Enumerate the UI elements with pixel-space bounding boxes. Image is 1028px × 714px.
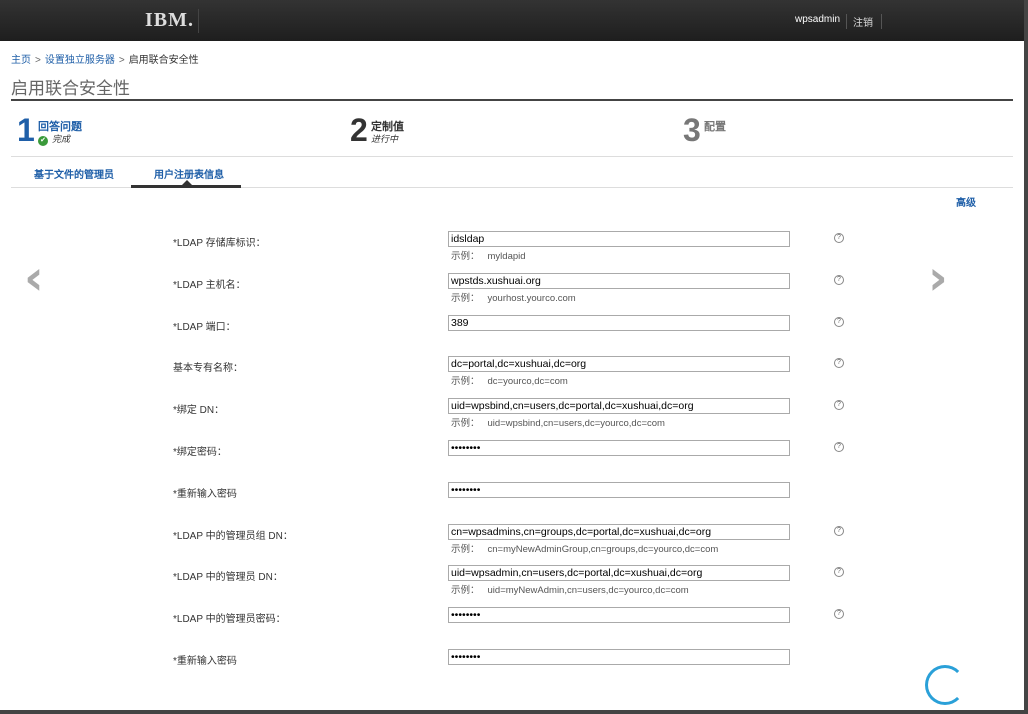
step-status: ✔ 完成 <box>38 132 70 146</box>
form-row: *重新输入密码 <box>0 481 1024 522</box>
field-example: 示例： uid=wpsbind,cn=users,dc=yourco,dc=com <box>451 415 673 429</box>
example-prefix: 示例： <box>451 418 480 430</box>
form-row: *LDAP 中的管理员密码：? <box>0 607 1024 647</box>
divider <box>11 99 1013 101</box>
step-status-text: 完成 <box>52 134 71 144</box>
example-value: yourhost.yourco.com <box>487 292 576 304</box>
field-value: idsldap <box>451 233 485 245</box>
watermark-logo <box>925 665 1025 710</box>
example-prefix: 示例： <box>451 292 480 304</box>
field-example: 示例： myldapid <box>451 248 534 262</box>
password-input[interactable] <box>448 481 790 498</box>
user-menu[interactable]: wpsadmin <box>795 14 840 25</box>
field-label: *LDAP 存储库标识： <box>173 238 266 249</box>
help-icon[interactable]: ? <box>834 442 844 452</box>
step-status: 进行中 <box>371 134 399 144</box>
field-example: 示例： dc=yourco,dc=com <box>451 373 576 387</box>
top-bar: IBM. wpsadmin 注销 <box>0 0 1024 41</box>
advanced-link[interactable]: 高级 <box>956 194 976 209</box>
password-input[interactable] <box>448 649 790 665</box>
field-input[interactable]: wpstds.xushuai.org <box>448 272 790 289</box>
form-row: *LDAP 中的管理员 DN： uid=wpsadmin,cn=users,dc=… <box>0 565 1024 605</box>
example-value: cn=myNewAdminGroup,cn=groups,dc=yourco,d… <box>487 543 719 555</box>
field-input[interactable]: uid=wpsadmin,cn=users,dc=portal,dc=xushu… <box>448 565 790 582</box>
field-label: *LDAP 端口： <box>173 321 236 333</box>
field-example: 示例： yourhost.yourco.com <box>451 290 584 304</box>
field-label: 基本专有名称： <box>173 363 243 375</box>
example-prefix: 示例： <box>451 585 480 597</box>
breadcrumb-current: 启用联合安全性 <box>128 55 199 66</box>
example-value: uid=myNewAdmin,cn=users,dc=yourco,dc=com <box>487 585 689 597</box>
window-border <box>0 710 1028 714</box>
ibm-logo: IBM. <box>145 9 199 33</box>
example-prefix: 示例： <box>451 543 480 555</box>
logout-link[interactable]: 注销 <box>846 14 882 29</box>
form-row: *重新输入密码 <box>0 649 1024 689</box>
active-tab-indicator <box>131 185 241 188</box>
example-prefix: 示例： <box>451 376 480 388</box>
field-label: *LDAP 主机名： <box>173 279 246 291</box>
help-icon[interactable]: ? <box>834 358 844 369</box>
field-label: *LDAP 中的管理员密码： <box>173 614 286 626</box>
form-row: *绑定密码：? <box>0 440 1024 480</box>
check-icon: ✔ <box>38 136 48 146</box>
field-label: *重新输入密码 <box>173 656 237 667</box>
field-label: *LDAP 中的管理员组 DN： <box>173 530 293 542</box>
form-row: 基本专有名称： dc=portal,dc=xushuai,dc=org 示例： dc=… <box>0 356 1024 396</box>
help-icon[interactable]: ? <box>834 274 844 285</box>
field-value: dc=portal,dc=xushuai,dc=org <box>451 358 587 371</box>
watermark-ring <box>925 665 965 705</box>
form-row: *LDAP 端口： 389? <box>0 314 1024 355</box>
field-input[interactable]: idsldap <box>448 231 790 247</box>
field-value: 389 <box>451 316 469 329</box>
field-input[interactable]: uid=wpsbind,cn=users,dc=portal,dc=xushua… <box>448 398 790 415</box>
help-icon[interactable]: ? <box>834 316 844 327</box>
form-row: *绑定 DN： uid=wpsbind,cn=users,dc=portal,dc… <box>0 398 1024 438</box>
example-value: myldapid <box>487 251 526 262</box>
field-value: wpstds.xushuai.org <box>451 274 541 287</box>
field-label: *绑定密码： <box>173 447 227 458</box>
field-value: uid=wpsbind,cn=users,dc=portal,dc=xushua… <box>451 400 694 413</box>
example-prefix: 示例： <box>451 251 480 262</box>
tab-user-registry[interactable]: 用户注册表信息 <box>154 166 224 181</box>
breadcrumb-setup[interactable]: 设置独立服务器 <box>45 55 115 66</box>
step-number: 2 <box>350 112 368 148</box>
field-label: *绑定 DN： <box>173 405 225 417</box>
help-icon[interactable]: ? <box>834 567 844 578</box>
field-value: uid=wpsadmin,cn=users,dc=portal,dc=xushu… <box>451 567 703 580</box>
field-label: *LDAP 中的管理员 DN： <box>173 572 283 584</box>
breadcrumb: 主页 > 设置独立服务器 > 启用联合安全性 <box>11 51 199 66</box>
form-row: *LDAP 中的管理员组 DN： cn=wpsadmins,cn=groups,d… <box>0 523 1024 564</box>
tab-file-admin[interactable]: 基于文件的管理员 <box>34 166 114 181</box>
form-row: *LDAP 存储库标识： idsldap 示例： myldapid? <box>0 231 1024 271</box>
form-row: *LDAP 主机名： wpstds.xushuai.org 示例： yourhost.… <box>0 272 1024 313</box>
field-label: *重新输入密码 <box>173 488 237 500</box>
field-input[interactable]: dc=portal,dc=xushuai,dc=org <box>448 356 790 373</box>
field-input[interactable]: 389 <box>448 314 790 331</box>
breadcrumb-home[interactable]: 主页 <box>11 55 31 66</box>
help-icon[interactable]: ? <box>834 525 844 536</box>
password-input[interactable] <box>448 607 790 624</box>
step-number: 3 <box>683 112 701 148</box>
active-tab-arrow <box>182 180 192 185</box>
breadcrumb-separator: > <box>118 55 125 66</box>
window-border <box>1024 0 1028 714</box>
step-number: 1 <box>17 112 35 148</box>
page-title: 启用联合安全性 <box>11 79 130 99</box>
field-input[interactable]: cn=wpsadmins,cn=groups,dc=portal,dc=xush… <box>448 523 790 540</box>
help-icon[interactable]: ? <box>834 400 844 411</box>
step-label: 配置 <box>704 121 726 133</box>
field-example: 示例： uid=myNewAdmin,cn=users,dc=yourco,dc=… <box>451 582 697 596</box>
field-example: 示例： cn=myNewAdminGroup,cn=groups,dc=yourc… <box>451 541 726 555</box>
example-value: uid=wpsbind,cn=users,dc=yourco,dc=com <box>487 418 665 430</box>
field-value: cn=wpsadmins,cn=groups,dc=portal,dc=xush… <box>451 525 712 538</box>
breadcrumb-separator: > <box>35 55 41 66</box>
help-icon[interactable]: ? <box>834 233 844 243</box>
help-icon[interactable]: ? <box>834 609 844 620</box>
password-input[interactable] <box>448 440 790 456</box>
divider <box>11 156 1013 157</box>
example-value: dc=yourco,dc=com <box>487 376 568 388</box>
